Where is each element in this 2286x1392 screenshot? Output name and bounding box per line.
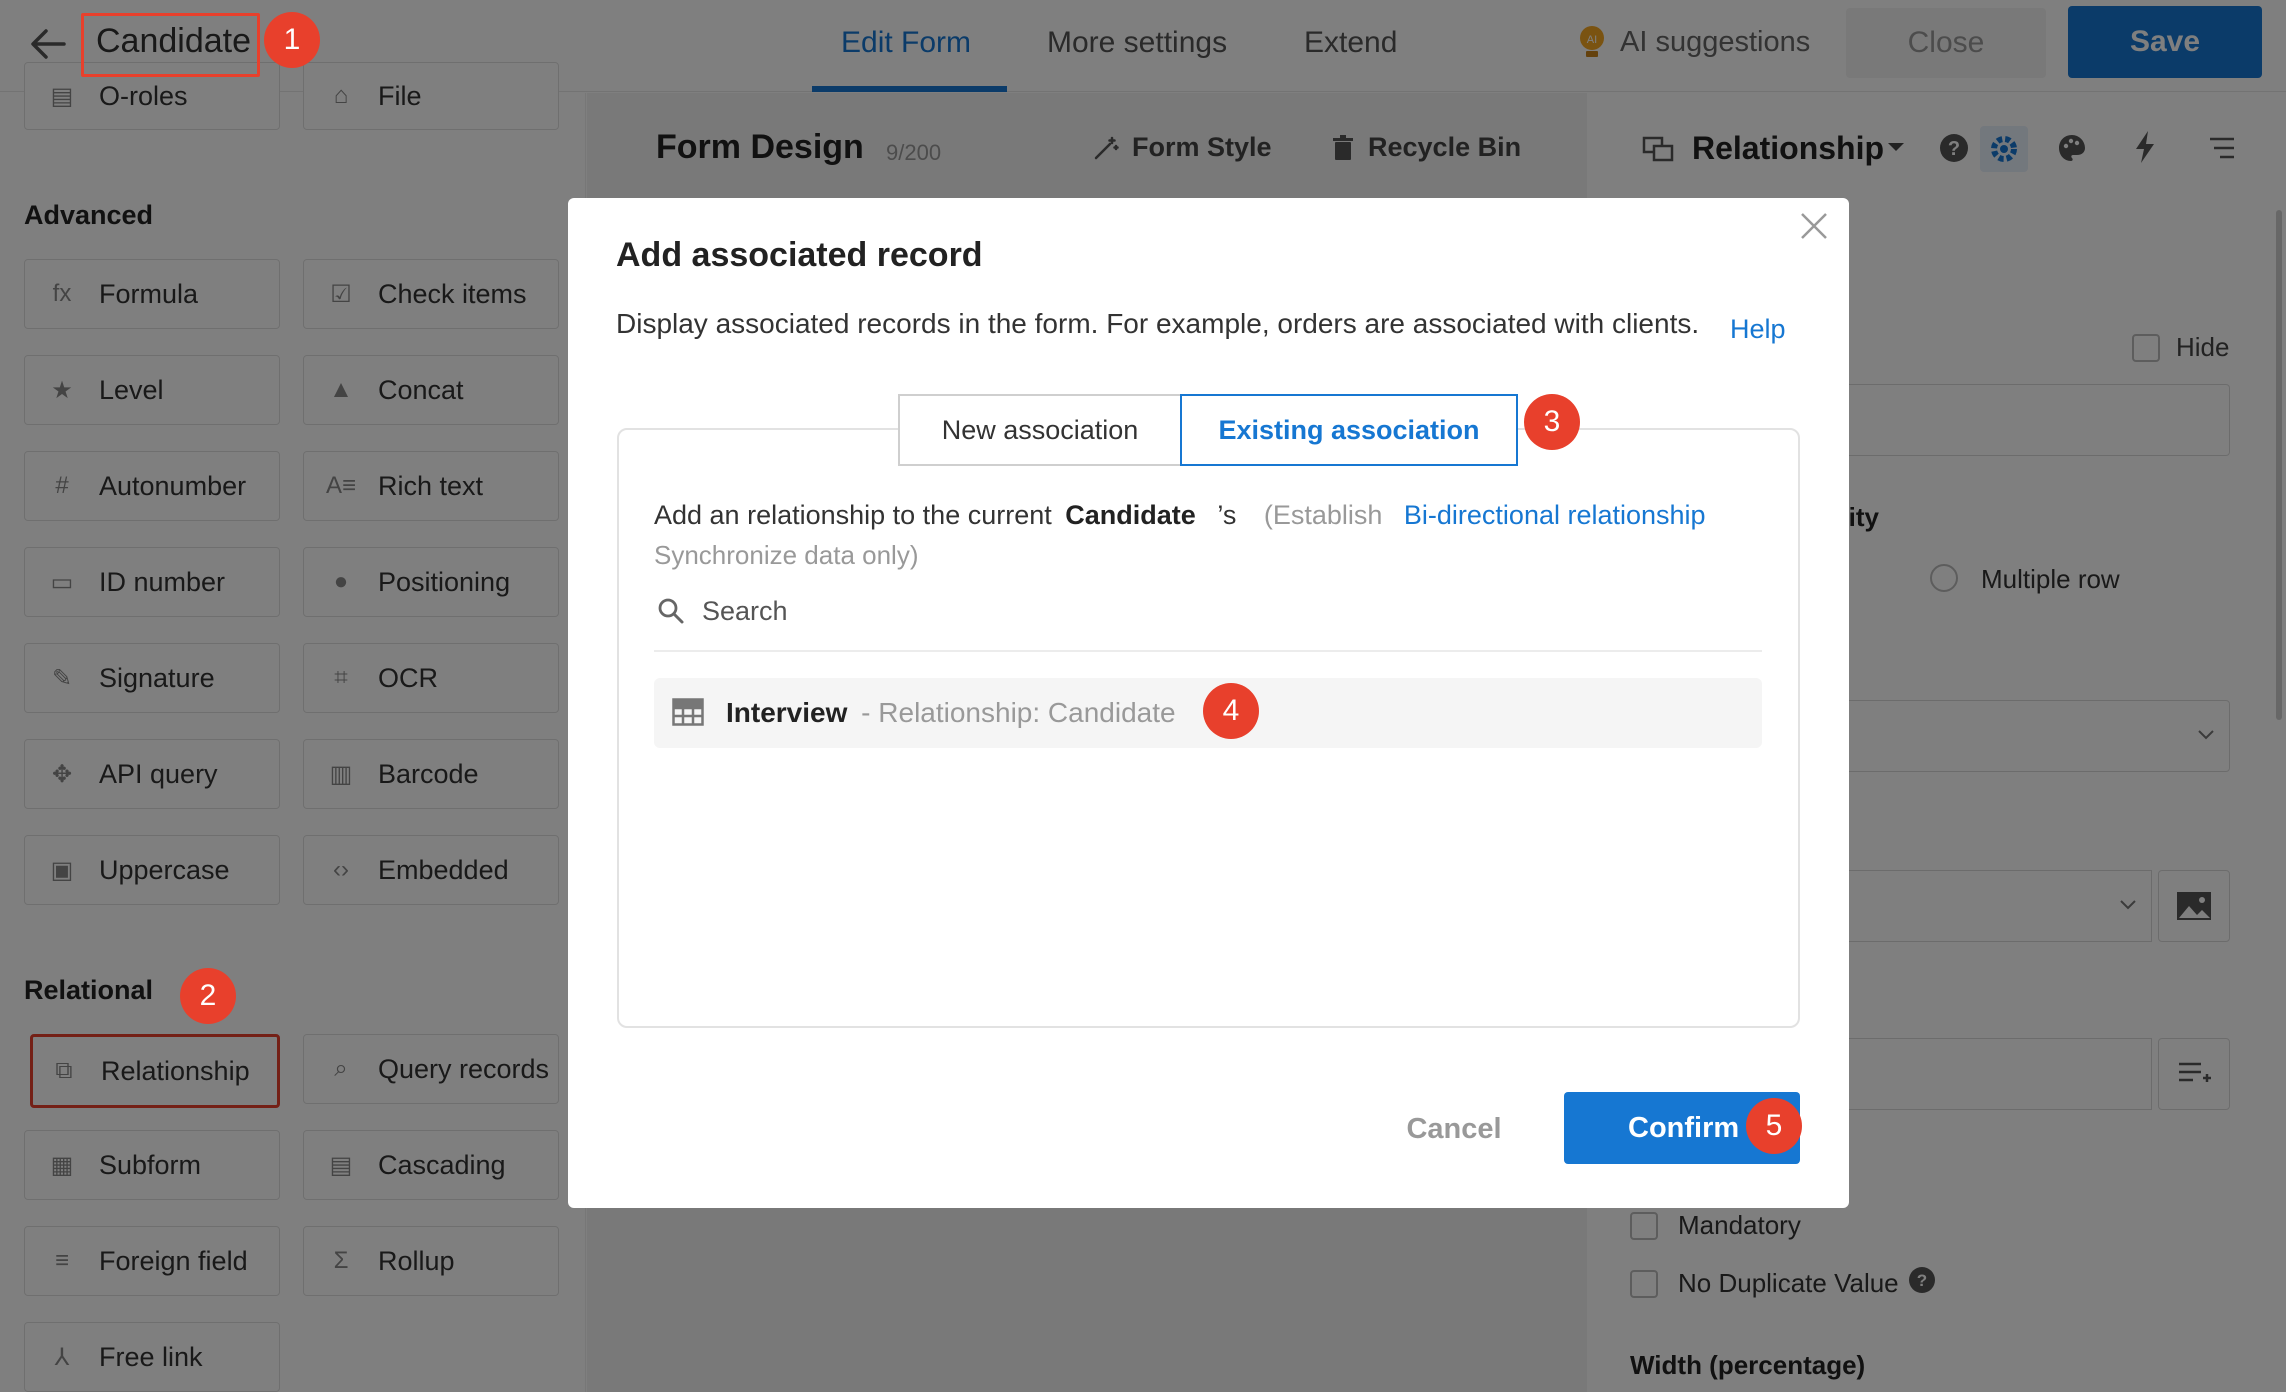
help-link[interactable]: Help	[1730, 314, 1786, 345]
annotation-badge-4: 4	[1203, 683, 1259, 739]
add-relationship-text: Add an relationship to the current Candi…	[654, 500, 1706, 530]
search-icon	[656, 596, 686, 626]
table-icon	[672, 698, 704, 726]
bidirectional-link[interactable]: Bi-directional relationship	[1404, 500, 1706, 530]
dialog-description: Display associated records in the form. …	[616, 308, 1700, 339]
dialog-title: Add associated record	[616, 236, 983, 274]
annotation-badge-2: 2	[180, 968, 236, 1024]
tab-new-association[interactable]: New association	[898, 394, 1180, 466]
annotation-badge-1: 1	[264, 12, 320, 68]
tab-existing-association[interactable]: Existing association	[1180, 394, 1518, 466]
annotation-badge-3: 3	[1524, 394, 1580, 450]
divider	[654, 650, 1762, 652]
annotation-badge-5: 5	[1746, 1098, 1802, 1154]
record-label: Interview - Relationship: Candidate	[726, 697, 1176, 728]
annotation-box-title	[81, 13, 260, 77]
search-input[interactable]: Search	[702, 596, 788, 627]
sync-only-text: Synchronize data only)	[654, 540, 919, 570]
cancel-button[interactable]: Cancel	[1382, 1094, 1526, 1164]
close-icon[interactable]	[1796, 208, 1832, 244]
